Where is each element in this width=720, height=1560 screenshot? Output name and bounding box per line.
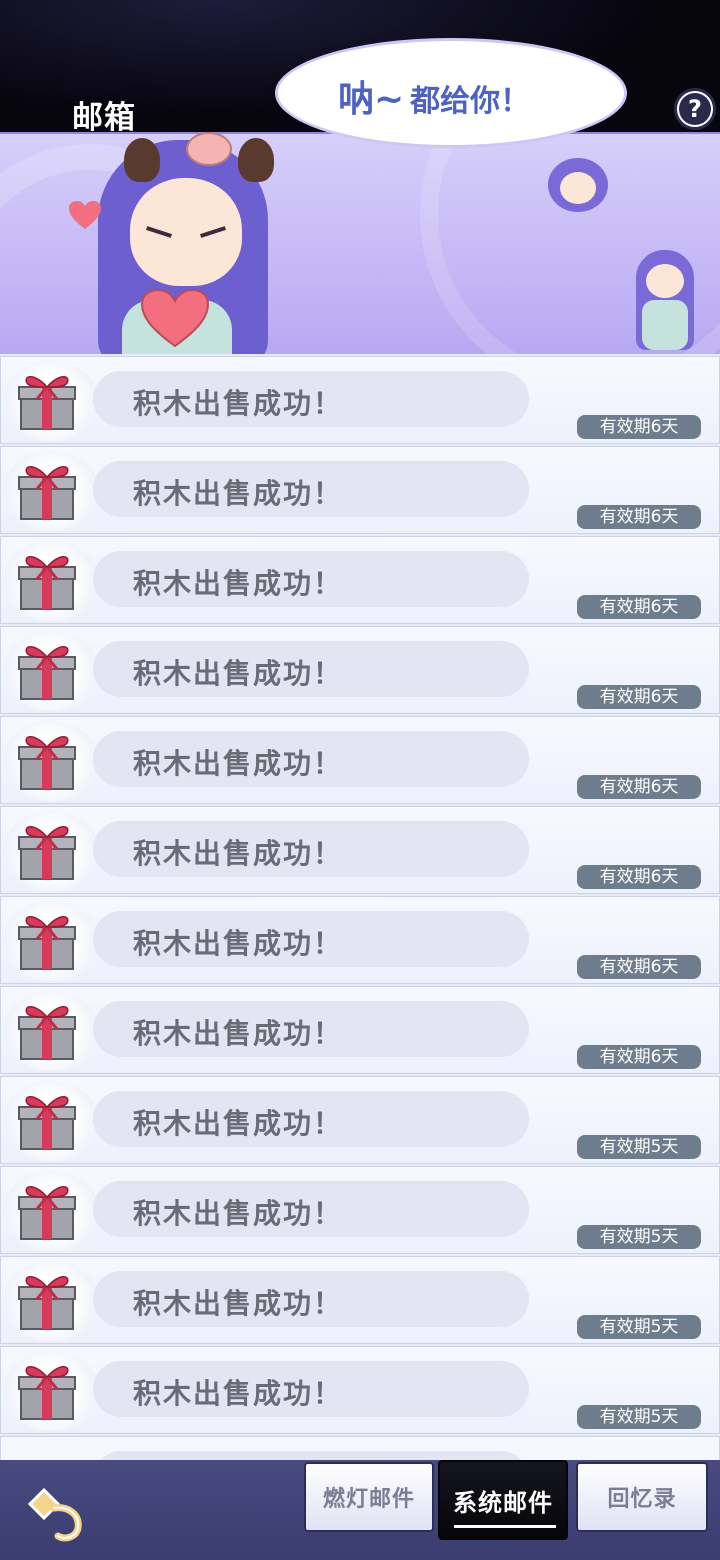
mail-item[interactable]: 积木出售成功！ 有效期6天	[0, 536, 720, 624]
expiry-badge: 有效期5天	[577, 1315, 701, 1339]
gift-box-icon	[17, 459, 77, 521]
gift-box-icon	[17, 909, 77, 971]
page-title: 邮箱	[72, 100, 136, 136]
mail-item[interactable]: 积木出售成功！ 有效期6天	[0, 806, 720, 894]
tab-label: 燃灯邮件	[322, 1487, 415, 1512]
speech-bubble-text: 呐~ 都给你！	[338, 70, 530, 122]
mail-title: 积木出售成功！	[133, 1107, 344, 1140]
expiry-badge: 有效期6天	[577, 685, 701, 709]
mail-title: 积木出售成功！	[133, 1287, 344, 1320]
mail-title: 积木出售成功！	[133, 477, 344, 510]
gift-box-icon	[17, 639, 77, 701]
mail-title: 积木出售成功！	[133, 837, 344, 870]
expiry-badge: 有效期6天	[577, 415, 701, 439]
back-arrow-icon[interactable]	[24, 1482, 88, 1546]
bottom-bar: 燃灯邮件 系统邮件 回忆录	[0, 1460, 720, 1560]
mail-item[interactable]: 积木出售成功！ 有效期5天	[0, 1166, 720, 1254]
mail-item[interactable]: 积木出售成功！ 有效期6天	[0, 986, 720, 1074]
expiry-badge: 有效期6天	[577, 865, 701, 889]
mail-item[interactable]: 积木出售成功！ 有效期6天	[0, 626, 720, 714]
gift-box-icon	[17, 1089, 77, 1151]
mail-item[interactable]: 积木出售成功！ 有效期6天	[0, 356, 720, 444]
tab-system-mail[interactable]: 系统邮件	[438, 1460, 568, 1540]
mail-title: 积木出售成功！	[133, 747, 344, 780]
mail-item-partial[interactable]	[0, 1436, 720, 1460]
expiry-badge: 有效期6天	[577, 955, 701, 979]
mail-item[interactable]: 积木出售成功！ 有效期5天	[0, 1346, 720, 1434]
gift-box-icon	[17, 1359, 77, 1421]
gift-box-icon	[17, 729, 77, 791]
mail-title: 积木出售成功！	[133, 657, 344, 690]
expiry-badge: 有效期5天	[577, 1405, 701, 1429]
mail-item[interactable]: 积木出售成功！ 有效期6天	[0, 716, 720, 804]
gift-box-icon	[17, 1269, 77, 1331]
expiry-badge: 有效期6天	[577, 775, 701, 799]
character-ear	[124, 138, 160, 182]
gift-box-icon	[17, 1179, 77, 1241]
mail-item[interactable]: 积木出售成功！ 有效期5天	[0, 1256, 720, 1344]
active-tab-indicator	[454, 1525, 556, 1528]
expiry-badge: 有效期6天	[577, 1045, 701, 1069]
tab-lamp-mail[interactable]: 燃灯邮件	[304, 1462, 434, 1532]
speech-main: 呐~	[338, 79, 405, 120]
mail-title: 积木出售成功！	[133, 1377, 344, 1410]
mail-item[interactable]: 积木出售成功！ 有效期6天	[0, 896, 720, 984]
mail-item[interactable]: 积木出售成功！ 有效期6天	[0, 446, 720, 534]
gift-box-icon	[17, 999, 77, 1061]
mail-title: 积木出售成功！	[133, 927, 344, 960]
expiry-badge: 有效期5天	[577, 1135, 701, 1159]
mail-title: 积木出售成功！	[133, 1197, 344, 1230]
gift-box-icon	[17, 369, 77, 431]
mail-title-pill	[93, 1451, 529, 1460]
tab-label: 回忆录	[607, 1487, 677, 1512]
mail-item[interactable]: 积木出售成功！ 有效期5天	[0, 1076, 720, 1164]
expiry-badge: 有效期5天	[577, 1225, 701, 1249]
expiry-badge: 有效期6天	[577, 505, 701, 529]
heart-icon	[140, 288, 210, 348]
mail-title: 积木出售成功！	[133, 567, 344, 600]
help-button[interactable]: ?	[674, 88, 716, 130]
pig-icon	[186, 132, 232, 166]
character-face	[130, 178, 242, 286]
gift-box-icon	[17, 549, 77, 611]
mini-character	[636, 250, 694, 350]
tab-label: 系统邮件	[453, 1488, 553, 1517]
gift-box-icon	[17, 819, 77, 881]
mail-list[interactable]: 积木出售成功！ 有效期6天 积木出售成功！ 有效期6天 积木出售成功！ 有效期6…	[0, 354, 720, 1460]
mail-title: 积木出售成功！	[133, 387, 344, 420]
expiry-badge: 有效期6天	[577, 595, 701, 619]
mail-title: 积木出售成功！	[133, 1017, 344, 1050]
heart-icon	[69, 201, 101, 229]
question-mark-icon: ?	[679, 93, 711, 125]
character-ear	[238, 138, 274, 182]
mini-character	[548, 158, 608, 212]
speech-sub: 都给你！	[410, 84, 531, 119]
tab-memories[interactable]: 回忆录	[576, 1462, 708, 1532]
